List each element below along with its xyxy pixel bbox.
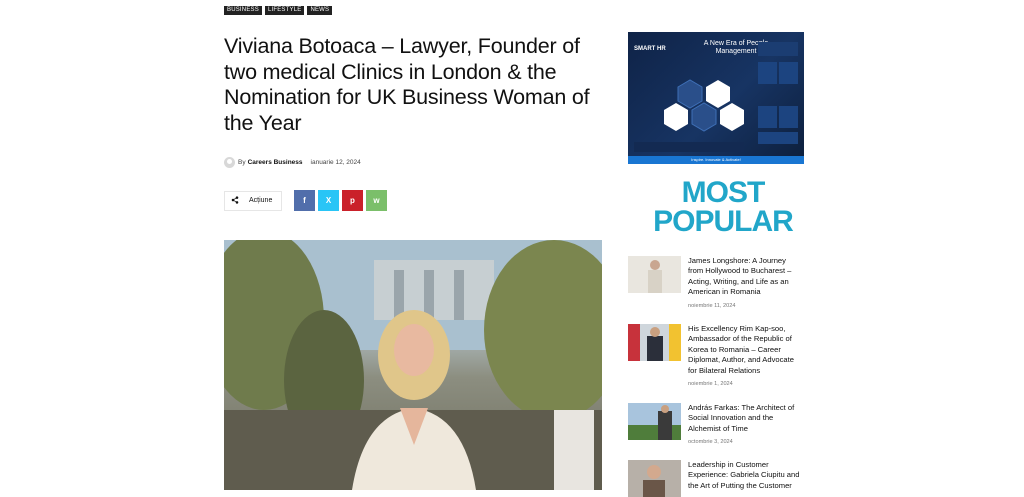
share-bar: Acțiune f X p w (224, 190, 390, 211)
pinterest-icon: p (350, 196, 355, 205)
popular-thumbnail[interactable] (628, 460, 681, 497)
article-date: ianuarie 12, 2024 (310, 159, 361, 166)
popular-title[interactable]: James Longshore: A Journey from Hollywoo… (688, 256, 800, 298)
sidebar-ad-banner[interactable]: SMART HR A New Era of People Management … (628, 32, 804, 164)
popular-date: octombrie 3, 2024 (688, 439, 733, 445)
ad-footer: Inspire. Innovate & Activate! (628, 156, 804, 164)
facebook-share-button[interactable]: f (294, 190, 315, 211)
popular-title[interactable]: His Excellency Rim Kap-soo, Ambassador o… (688, 324, 800, 376)
x-icon: X (325, 196, 332, 205)
share-button[interactable]: Acțiune (224, 190, 282, 211)
tag-business[interactable]: BUSINESS (224, 6, 262, 15)
pinterest-share-button[interactable]: p (342, 190, 363, 211)
by-label: By (238, 159, 246, 166)
article-meta: By Careers Business ianuarie 12, 2024 (224, 157, 361, 168)
whatsapp-share-button[interactable]: w (366, 190, 387, 211)
popular-thumbnail[interactable] (628, 324, 681, 361)
author-link[interactable]: Careers Business (248, 159, 303, 166)
category-tags: BUSINESS LIFESTYLE NEWS (224, 6, 333, 15)
popular-date: noiembrie 1, 2024 (688, 381, 733, 387)
popular-thumbnail[interactable] (628, 403, 681, 440)
share-label: Acțiune (249, 197, 273, 204)
popular-thumbnail[interactable] (628, 256, 681, 293)
most-popular-heading: MOST POPULAR (653, 176, 794, 238)
popular-title[interactable]: Leadership in Customer Experience: Gabri… (688, 460, 800, 491)
article-title: Viviana Botoaca – Lawyer, Founder of two… (224, 34, 590, 135)
ad-graphic (634, 42, 798, 152)
facebook-icon: f (303, 196, 306, 205)
article-hero-image (224, 240, 602, 490)
whatsapp-icon: w (373, 196, 380, 205)
x-share-button[interactable]: X (318, 190, 339, 211)
popular-date: noiembrie 11, 2024 (688, 303, 736, 309)
tag-lifestyle[interactable]: LIFESTYLE (264, 6, 305, 15)
popular-title[interactable]: András Farkas: The Architect of Social I… (688, 403, 800, 434)
share-icon (231, 195, 239, 206)
tag-news[interactable]: NEWS (307, 6, 333, 15)
author-avatar[interactable] (224, 157, 235, 168)
